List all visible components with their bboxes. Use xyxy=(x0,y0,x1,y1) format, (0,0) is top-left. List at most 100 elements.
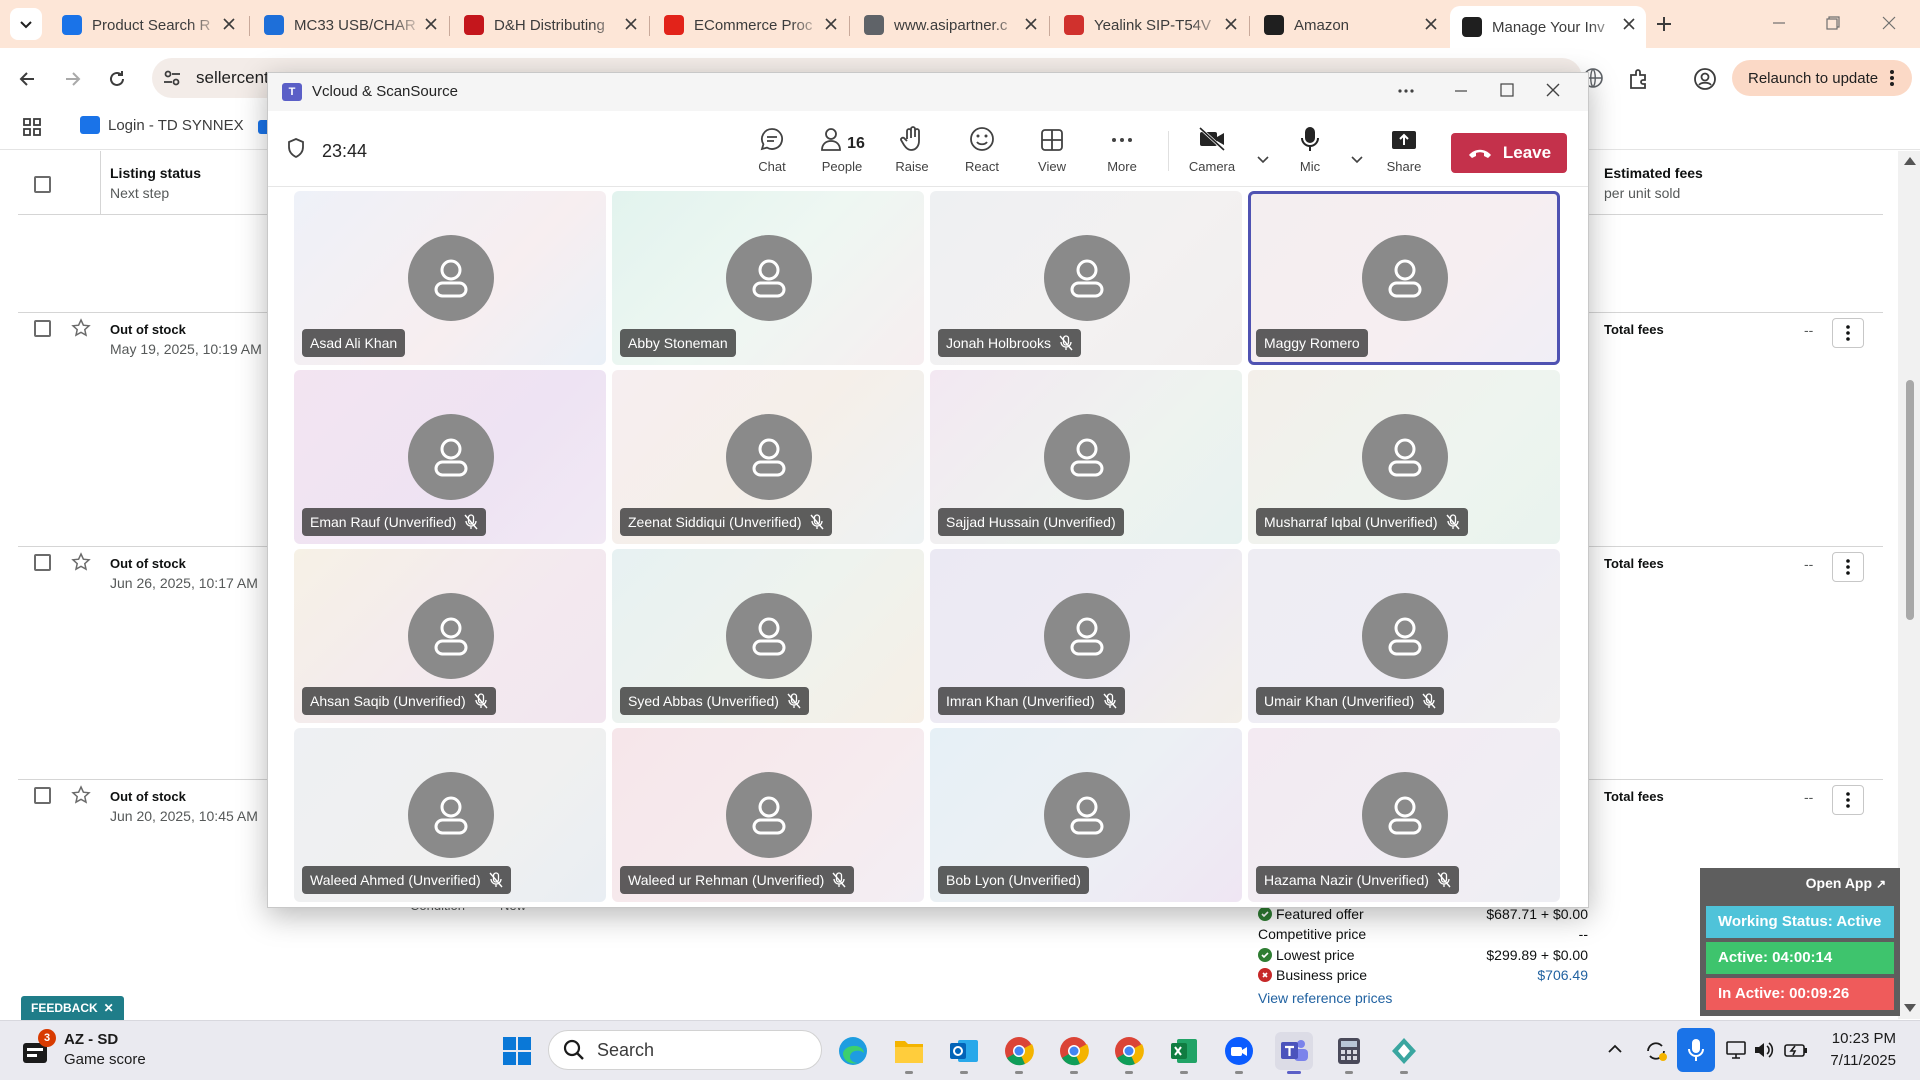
row-checkbox[interactable] xyxy=(34,787,51,804)
taskbar-search[interactable]: Search xyxy=(548,1030,822,1070)
participant-tile[interactable]: Syed Abbas (Unverified) xyxy=(612,549,924,723)
people-button[interactable]: 16 People xyxy=(812,123,872,174)
participant-tile[interactable]: Musharraf Iqbal (Unverified) xyxy=(1248,370,1560,544)
col-listing-status[interactable]: Listing status xyxy=(110,165,201,181)
clock-date[interactable]: 7/11/2025 xyxy=(1816,1052,1896,1069)
react-button[interactable]: React xyxy=(952,123,1012,174)
close-tab-icon[interactable] xyxy=(624,17,638,31)
sync-icon[interactable] xyxy=(1644,1040,1668,1062)
participant-tile[interactable]: Hazama Nazir (Unverified) xyxy=(1248,728,1560,902)
tracker-app[interactable] xyxy=(1385,1032,1423,1070)
mic-button[interactable]: Mic xyxy=(1280,123,1340,174)
row-checkbox[interactable] xyxy=(34,554,51,571)
row-checkbox[interactable] xyxy=(34,320,51,337)
teams-maximize-button[interactable] xyxy=(1498,81,1516,99)
browser-tab[interactable]: Manage Your Inv xyxy=(1450,6,1646,48)
close-tab-icon[interactable] xyxy=(222,17,236,31)
more-options-button[interactable] xyxy=(1396,81,1416,101)
bookmark-td-synnex[interactable]: Login - TD SYNNEX xyxy=(80,116,244,134)
close-window-button[interactable] xyxy=(1880,14,1898,32)
camera-button[interactable]: Camera xyxy=(1182,123,1242,174)
zoom-app[interactable] xyxy=(1220,1032,1258,1070)
chrome-app-1[interactable] xyxy=(1000,1032,1038,1070)
browser-tab[interactable]: ECommerce Proc xyxy=(652,6,848,44)
back-button[interactable] xyxy=(16,68,38,90)
scroll-up-icon[interactable] xyxy=(1903,156,1917,166)
close-tab-icon[interactable] xyxy=(824,17,838,31)
calculator-app[interactable] xyxy=(1330,1032,1368,1070)
close-tab-icon[interactable] xyxy=(424,17,438,31)
view-reference-prices-link[interactable]: View reference prices xyxy=(1258,990,1392,1006)
participant-tile[interactable]: Sajjad Hussain (Unverified) xyxy=(930,370,1242,544)
scroll-down-icon[interactable] xyxy=(1903,1003,1917,1013)
address-text[interactable]: sellercent xyxy=(196,68,269,88)
participant-tile[interactable]: Ahsan Saqib (Unverified) xyxy=(294,549,606,723)
mic-options-button[interactable] xyxy=(1350,155,1364,165)
participant-tile[interactable]: Waleed Ahmed (Unverified) xyxy=(294,728,606,902)
teams-minimize-button[interactable] xyxy=(1452,81,1470,99)
excel-app[interactable] xyxy=(1165,1032,1203,1070)
row-actions-button[interactable] xyxy=(1832,318,1864,348)
forward-button[interactable] xyxy=(62,68,84,90)
participant-tile[interactable]: Asad Ali Khan xyxy=(294,191,606,365)
minimize-window-button[interactable] xyxy=(1770,14,1788,32)
teams-app[interactable] xyxy=(1275,1032,1313,1070)
participant-tile[interactable]: Maggy Romero xyxy=(1248,191,1560,365)
col-estimated-fees[interactable]: Estimated fees xyxy=(1604,165,1703,181)
microphone-in-use-indicator[interactable] xyxy=(1677,1028,1715,1072)
outlook-app[interactable] xyxy=(945,1032,983,1070)
participant-tile[interactable]: Abby Stoneman xyxy=(612,191,924,365)
participant-tile[interactable]: Bob Lyon (Unverified) xyxy=(930,728,1242,902)
clock-time[interactable]: 10:23 PM xyxy=(1826,1030,1896,1047)
close-tab-icon[interactable] xyxy=(1024,17,1038,31)
close-icon[interactable]: ✕ xyxy=(104,1001,114,1015)
relaunch-to-update-button[interactable]: Relaunch to update xyxy=(1732,60,1912,96)
view-button[interactable]: View xyxy=(1022,123,1082,174)
row-actions-button[interactable] xyxy=(1832,785,1864,815)
battery-icon[interactable] xyxy=(1783,1040,1809,1060)
star-icon[interactable] xyxy=(71,318,91,338)
chrome-app-2[interactable] xyxy=(1055,1032,1093,1070)
participant-tile[interactable]: Imran Khan (Unverified) xyxy=(930,549,1242,723)
file-explorer-app[interactable] xyxy=(890,1032,928,1070)
show-hidden-icons-button[interactable] xyxy=(1606,1040,1624,1058)
browser-tab[interactable]: Amazon xyxy=(1252,6,1448,44)
feedback-button[interactable]: FEEDBACK ✕ xyxy=(21,996,124,1020)
business-value[interactable]: $706.49 xyxy=(1537,967,1588,983)
site-info-icon[interactable] xyxy=(162,68,182,88)
close-tab-icon[interactable] xyxy=(1424,17,1438,31)
participant-tile[interactable]: Jonah Holbrooks xyxy=(930,191,1242,365)
share-button[interactable]: Share xyxy=(1374,123,1434,174)
row-actions-button[interactable] xyxy=(1832,552,1864,582)
edge-app[interactable] xyxy=(834,1032,872,1070)
browser-tab[interactable]: MC33 USB/CHAR xyxy=(252,6,448,44)
browser-tab[interactable]: www.asipartner.c xyxy=(852,6,1048,44)
chat-button[interactable]: Chat xyxy=(742,123,802,174)
shield-icon[interactable] xyxy=(286,137,306,159)
camera-options-button[interactable] xyxy=(1256,155,1270,165)
reload-button[interactable] xyxy=(106,68,128,90)
raise-hand-button[interactable]: Raise xyxy=(882,123,942,174)
close-tab-icon[interactable] xyxy=(1622,17,1636,31)
star-icon[interactable] xyxy=(71,552,91,572)
start-button[interactable] xyxy=(498,1032,536,1070)
network-icon[interactable] xyxy=(1725,1040,1747,1060)
teams-close-button[interactable] xyxy=(1544,81,1562,99)
restore-window-button[interactable] xyxy=(1824,14,1842,32)
profile-icon[interactable] xyxy=(1692,66,1718,92)
participant-tile[interactable]: Zeenat Siddiqui (Unverified) xyxy=(612,370,924,544)
tab-search-button[interactable] xyxy=(10,8,42,40)
select-all-checkbox[interactable] xyxy=(34,176,51,193)
browser-tab[interactable]: D&H Distributing xyxy=(452,6,648,44)
browser-tab[interactable]: Product Search R xyxy=(50,6,246,44)
apps-grid-icon[interactable] xyxy=(22,117,42,137)
close-tab-icon[interactable] xyxy=(1224,17,1238,31)
new-tab-button[interactable] xyxy=(1652,12,1676,36)
participant-tile[interactable]: Umair Khan (Unverified) xyxy=(1248,549,1560,723)
extensions-icon[interactable] xyxy=(1626,66,1652,92)
volume-icon[interactable] xyxy=(1753,1040,1775,1060)
leave-button[interactable]: Leave xyxy=(1451,133,1567,173)
star-icon[interactable] xyxy=(71,785,91,805)
browser-tab[interactable]: Yealink SIP-T54V xyxy=(1052,6,1248,44)
more-button[interactable]: More xyxy=(1092,123,1152,174)
